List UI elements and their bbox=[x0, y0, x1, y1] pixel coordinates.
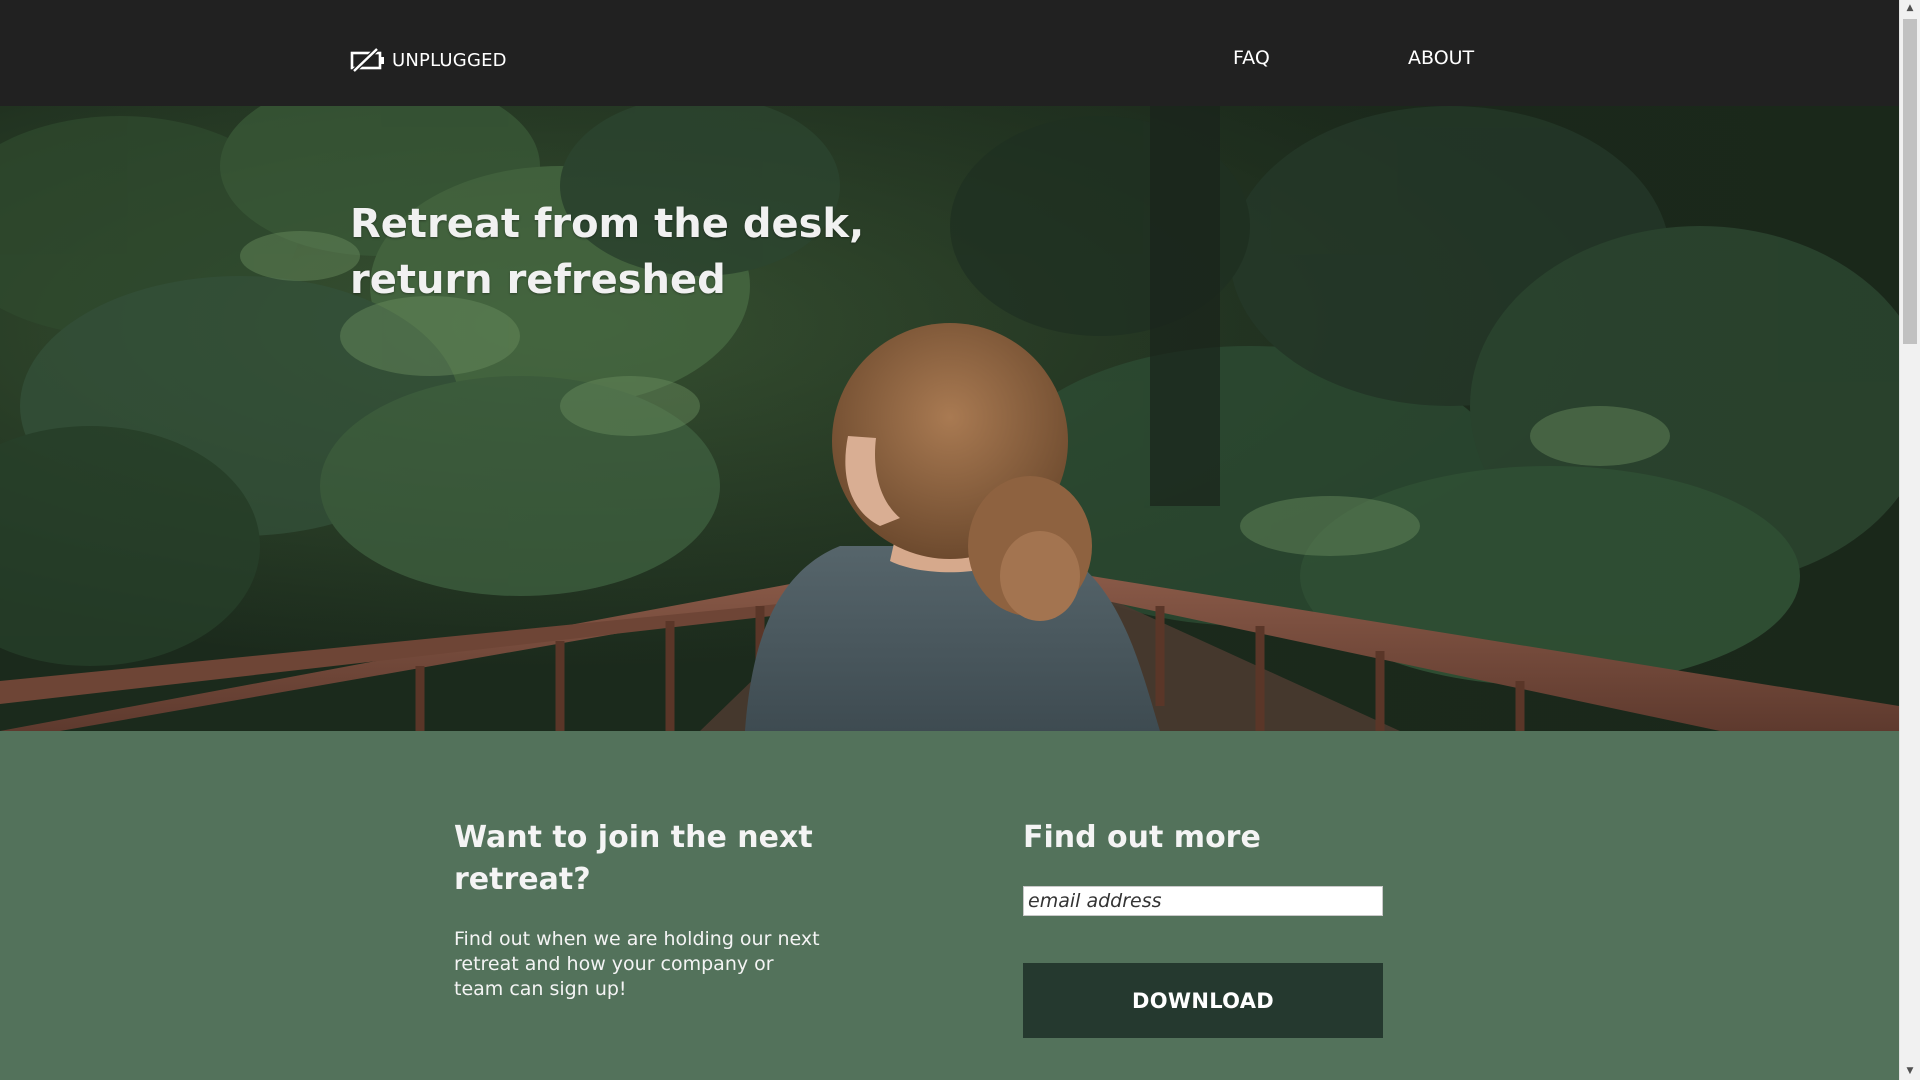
find-out-more-heading: Find out more bbox=[1023, 820, 1261, 855]
unplugged-logo-icon bbox=[350, 47, 384, 73]
arrow-up-icon[interactable]: ▲ bbox=[1900, 0, 1920, 17]
join-heading: Want to join the next retreat? bbox=[454, 820, 813, 897]
nav-link-about[interactable]: ABOUT bbox=[1408, 47, 1474, 69]
hero-title: Retreat from the desk, return refreshed bbox=[350, 201, 865, 303]
arrow-down-icon[interactable]: ▼ bbox=[1900, 1063, 1920, 1080]
scrollbar-thumb[interactable] bbox=[1903, 19, 1917, 344]
hero-section: Retreat from the desk, return refreshed bbox=[0, 106, 1899, 731]
page: UNPLUGGED FAQ ABOUT Retreat from the des… bbox=[0, 0, 1920, 1080]
logo-text: UNPLUGGED bbox=[392, 49, 507, 71]
site-logo[interactable]: UNPLUGGED bbox=[350, 47, 507, 73]
email-input[interactable] bbox=[1023, 886, 1383, 916]
vertical-scrollbar[interactable]: ▲ ▼ bbox=[1899, 0, 1920, 1080]
nav-link-faq[interactable]: FAQ bbox=[1233, 47, 1270, 69]
download-button[interactable]: DOWNLOAD bbox=[1023, 963, 1383, 1038]
signup-section: Want to join the next retreat? Find out … bbox=[0, 731, 1899, 1080]
top-nav-bar: UNPLUGGED FAQ ABOUT bbox=[0, 0, 1899, 106]
join-description: Find out when we are holding our next re… bbox=[454, 928, 820, 1000]
